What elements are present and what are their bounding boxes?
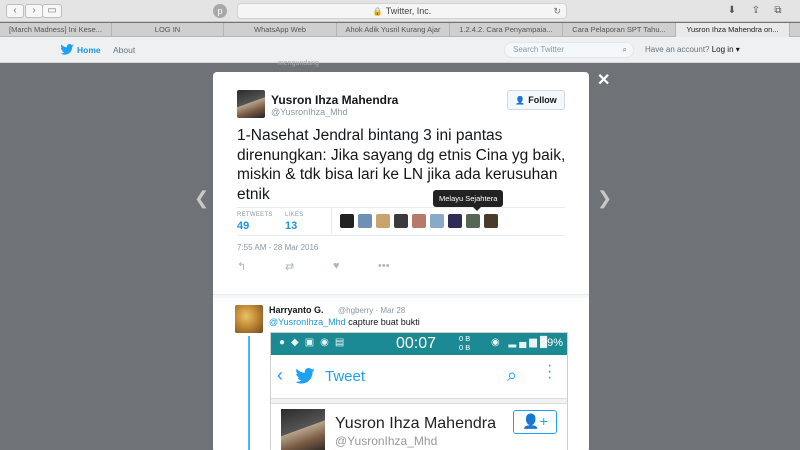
liker-avatar[interactable] [466, 214, 480, 228]
liker-avatar[interactable] [448, 214, 462, 228]
lock-icon: 🔒 [372, 7, 383, 16]
reload-icon[interactable]: ↻ [553, 4, 561, 18]
liker-avatar[interactable] [484, 214, 498, 228]
search-icon: ⌕ [507, 365, 518, 385]
tweet-timestamp[interactable]: 7:55 AM - 28 Mar 2016 [237, 243, 318, 252]
pinterest-icon[interactable]: p [213, 4, 227, 18]
data-up: 0 B [459, 334, 471, 343]
tab-yusron[interactable]: Yusron Ihza Mahendra on... [676, 23, 790, 37]
phone-clock: 00:07 [396, 335, 437, 352]
inner-author-handle: @YusronIhza_Mhd [335, 434, 438, 448]
search-placeholder: Search Twitter [513, 45, 564, 54]
divider [237, 207, 565, 208]
app-title: Tweet [325, 368, 366, 385]
previous-tweet-icon[interactable]: ❮ [194, 188, 209, 209]
tab-ahok[interactable]: Ahok Adik Yusril Kurang Ajar [337, 23, 450, 37]
author-name[interactable]: Yusron Ihza Mahendra [271, 93, 398, 107]
underlay-text: mengundang [278, 60, 319, 67]
login-prompt: Have an account? Log in ▾ [645, 45, 740, 54]
divider [237, 235, 565, 236]
retweets-label: RETWEETS [237, 212, 273, 218]
reply-meta: @hgberry · Mar 28 [338, 306, 406, 315]
next-tweet-icon[interactable]: ❯ [597, 188, 612, 209]
browser-toolbar: ‹ › ▭ p 🔒 Twitter, Inc. ↻ ⬇ ⇪ ⧉ [0, 0, 800, 22]
add-user-icon: 👤+ [513, 410, 557, 434]
retweets-count[interactable]: 49 [237, 220, 249, 232]
like-icon[interactable]: ♥ [333, 260, 340, 272]
reply-author-name[interactable]: Harryanto G. [269, 305, 324, 315]
liker-avatar[interactable] [394, 214, 408, 228]
likes-count[interactable]: 13 [285, 220, 297, 232]
follow-label: Follow [528, 95, 557, 105]
nav-home[interactable]: Home [77, 45, 101, 55]
tab-cara-pelaporan[interactable]: Cara Pelaporan SPT Tahu... [563, 23, 676, 37]
tweet-modal: Yusron Ihza Mahendra @YusronIhza_Mhd 👤 Fo… [213, 72, 589, 450]
attached-photo[interactable]: ●◆▣◉▤ 00:07 0 B0 B ◉ ▂▄▆█ 29% ‹ Tweet ⌕ … [270, 332, 568, 450]
retweet-icon[interactable]: ⇄ [285, 260, 294, 273]
liker-avatar[interactable] [376, 214, 390, 228]
back-arrow-icon: ‹ [277, 365, 283, 385]
url-text: Twitter, Inc. [385, 6, 432, 16]
data-down: 0 B [459, 343, 471, 352]
likes-label: LIKES [285, 212, 304, 218]
reply-body: capture buat bukti [345, 317, 420, 327]
avatar[interactable] [237, 90, 265, 118]
liker-avatar[interactable] [340, 214, 354, 228]
sidebar-icon[interactable]: ▭ [42, 4, 62, 18]
likers-avatars [340, 214, 498, 228]
inner-author-name: Yusron Ihza Mahendra [335, 415, 496, 432]
avatar [281, 409, 325, 450]
tab-cara-penyampaian[interactable]: 1.2.4.2. Cara Penyampaia... [450, 23, 563, 37]
tabs-icon[interactable]: ⧉ [770, 4, 786, 18]
mention-link[interactable]: @YusronIhza_Mhd [269, 317, 346, 327]
data-counter: 0 B0 B [459, 334, 470, 352]
tab-log-in[interactable]: LOG IN [112, 23, 224, 37]
have-account-text: Have an account? [645, 45, 710, 54]
phone-status-bar: ●◆▣◉▤ 00:07 0 B0 B ◉ ▂▄▆█ 29% [271, 333, 567, 355]
more-icon[interactable]: ••• [378, 260, 390, 272]
liker-avatar[interactable] [358, 214, 372, 228]
overflow-menu-icon: · · · [547, 357, 553, 386]
thread-line [248, 336, 250, 450]
reply-date[interactable]: Mar 28 [380, 306, 405, 315]
divider [331, 208, 332, 234]
download-icon[interactable]: ⬇ [724, 4, 740, 18]
tab-march-madness[interactable]: [March Madness] Ini Kese... [0, 23, 112, 37]
app-header: ‹ Tweet ⌕ · · · [271, 355, 567, 399]
search-input[interactable]: Search Twitter ⌕ [504, 42, 634, 58]
address-bar[interactable]: 🔒 Twitter, Inc. ↻ [237, 3, 567, 19]
tweet-text: 1-Nasehat Jendral bintang 3 ini pantas d… [237, 127, 566, 203]
tab-bar: [March Madness] Ini Kese... LOG IN Whats… [0, 23, 800, 37]
nav-about[interactable]: About [113, 45, 135, 55]
liker-avatar[interactable] [412, 214, 426, 228]
search-icon: ⌕ [622, 45, 627, 54]
notification-icons: ●◆▣◉▤ [279, 337, 351, 348]
back-icon[interactable]: ‹ [6, 4, 24, 18]
share-icon[interactable]: ⇪ [748, 4, 764, 18]
author-handle[interactable]: @YusronIhza_Mhd [271, 107, 348, 117]
tooltip: Melayu Sejahtera [433, 190, 504, 211]
reply-text: @YusronIhza_Mhd capture buat bukti [269, 317, 420, 327]
battery-level: 29% [541, 337, 564, 349]
twitter-bird-icon[interactable] [60, 44, 74, 55]
follow-button[interactable]: 👤 Follow [507, 90, 565, 110]
login-link[interactable]: Log in ▾ [712, 45, 740, 54]
avatar[interactable] [235, 305, 263, 333]
reply-icon[interactable]: ↰ [237, 260, 246, 273]
close-icon[interactable]: ✕ [597, 70, 610, 90]
twitter-bird-icon [295, 368, 315, 384]
tab-whatsapp[interactable]: WhatsApp Web [224, 23, 337, 37]
forward-icon[interactable]: › [25, 4, 43, 18]
reply-handle[interactable]: @hgberry [338, 306, 373, 315]
liker-avatar[interactable] [430, 214, 444, 228]
add-user-icon: 👤 [515, 96, 526, 105]
